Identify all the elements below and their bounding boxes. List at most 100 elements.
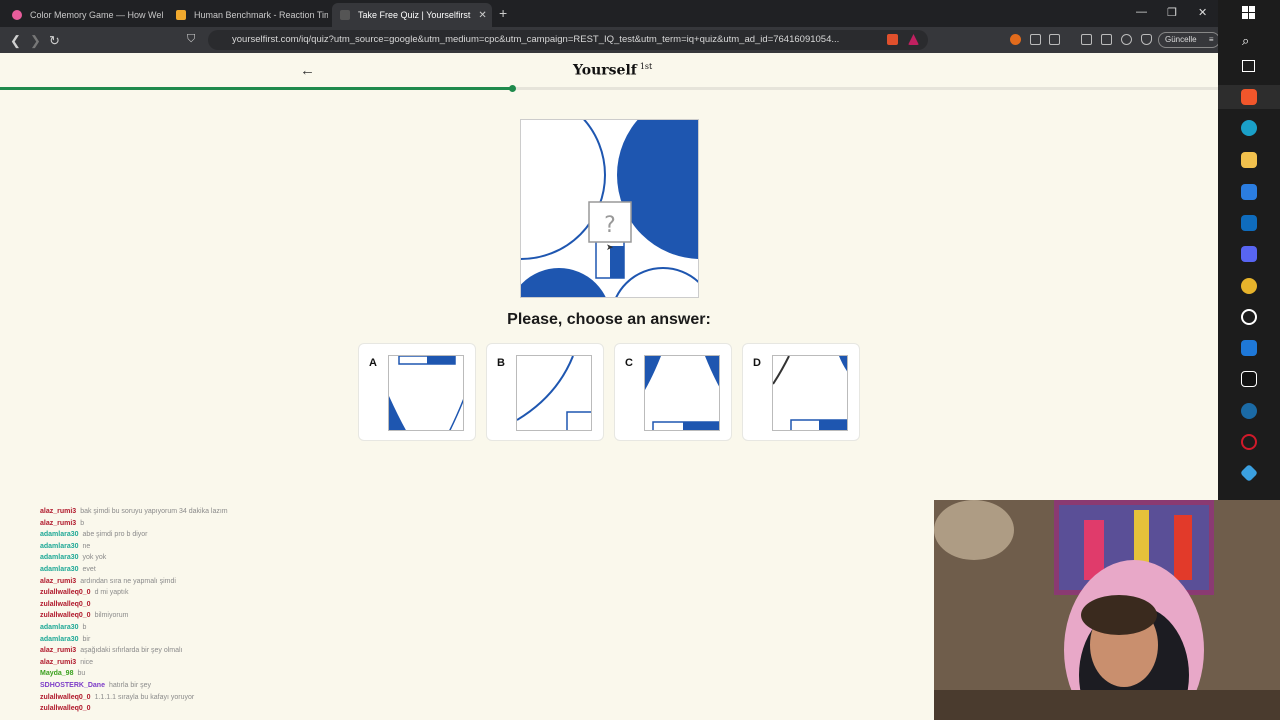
chat-username[interactable]: Mayda_98 bbox=[40, 670, 73, 677]
brave-shield-icon[interactable] bbox=[887, 34, 898, 45]
discord-icon[interactable] bbox=[1241, 246, 1257, 262]
chat-text: d mi yaptık bbox=[94, 589, 129, 597]
chat-text: bir bbox=[82, 635, 91, 643]
chat-username[interactable]: alaz_rumi3 bbox=[40, 520, 76, 527]
g-hub-icon[interactable] bbox=[1241, 309, 1257, 325]
puzzle-svg: ? bbox=[521, 120, 698, 297]
chat-message: alaz_rumi3 b bbox=[40, 520, 84, 527]
option-d[interactable]: D bbox=[742, 343, 860, 441]
chat-text: bak şimdi bu soruyu yapıyorum 34 dakika … bbox=[80, 508, 228, 515]
chat-username[interactable]: alaz_rumi3 bbox=[40, 578, 76, 585]
chat-username[interactable]: alaz_rumi3 bbox=[40, 659, 76, 666]
sidebar-icon[interactable] bbox=[1081, 34, 1092, 45]
option-c-figure bbox=[644, 355, 720, 431]
chat-username[interactable]: adamlara30 bbox=[40, 636, 79, 643]
chat-text: ardından sıra ne yapmalı şimdi bbox=[80, 577, 176, 585]
file-explorer-icon[interactable] bbox=[1241, 152, 1257, 168]
site-logo[interactable]: Yourself 1st bbox=[573, 62, 652, 79]
stream-chat: alaz_rumi3 bak şimdi bu soruyu yapıyorum … bbox=[0, 500, 934, 720]
tab-title: Human Benchmark - Reaction Time bbox=[194, 10, 328, 20]
chat-message: SDHOSTERK_Dane hatırla bir şey bbox=[40, 682, 151, 689]
puzzle-figure: ? bbox=[520, 119, 699, 298]
chat-text: aşağıdaki sıfırlarda bir şey olmalı bbox=[80, 647, 183, 655]
option-b[interactable]: B bbox=[486, 343, 604, 441]
chat-username[interactable]: SDHOSTERK_Dane bbox=[40, 682, 105, 689]
chat-text: abe şimdi pro b diyor bbox=[82, 531, 148, 539]
bookmark-icon[interactable]: ⛉ bbox=[187, 33, 195, 46]
reload-icon[interactable]: ↻ bbox=[49, 33, 60, 49]
chat-message: adamlara30 evet bbox=[40, 566, 96, 573]
outlook-icon[interactable] bbox=[1241, 215, 1257, 231]
task-view-icon[interactable] bbox=[1242, 60, 1255, 72]
close-window-button[interactable]: ✕ bbox=[1198, 6, 1207, 19]
back-arrow-icon[interactable]: ← bbox=[300, 62, 315, 79]
tab-title: Color Memory Game — How Well Ca bbox=[30, 10, 164, 20]
progress-marker bbox=[508, 85, 516, 92]
vpn-icon[interactable] bbox=[1141, 34, 1152, 45]
question-mark: ? bbox=[604, 213, 616, 238]
screenshot-icon[interactable] bbox=[1049, 34, 1060, 45]
update-button[interactable]: Güncelle ≡ bbox=[1158, 32, 1220, 48]
puzzle-icon[interactable] bbox=[1030, 34, 1041, 45]
edge-icon[interactable] bbox=[1241, 120, 1257, 136]
option-a-figure bbox=[388, 355, 464, 431]
option-c[interactable]: C bbox=[614, 343, 732, 441]
chat-username[interactable]: alaz_rumi3 bbox=[40, 508, 76, 515]
chat-username[interactable]: adamlara30 bbox=[40, 543, 79, 550]
ms-store-icon[interactable] bbox=[1241, 184, 1257, 200]
chat-message: adamlara30 ne bbox=[40, 543, 90, 550]
brave-browser-icon[interactable] bbox=[1241, 89, 1257, 105]
browser-tab-bar: Color Memory Game — How Well Ca Human Be… bbox=[0, 0, 1280, 27]
steam-icon[interactable] bbox=[1241, 403, 1257, 419]
tab-yourselfirst[interactable]: Take Free Quiz | Yourselfirst ✕ bbox=[332, 3, 492, 27]
menu-icon: ≡ bbox=[1208, 35, 1214, 44]
chat-username[interactable]: zulallwalleq0_0 bbox=[40, 601, 91, 608]
photos-icon[interactable] bbox=[1241, 340, 1257, 356]
tab-favicon-icon bbox=[340, 10, 350, 20]
ai-icon[interactable] bbox=[1121, 34, 1132, 45]
chat-message: alaz_rumi3 ardından sıra ne yapmalı şimdi bbox=[40, 578, 176, 585]
option-letter: B bbox=[497, 357, 505, 369]
windows-start-icon[interactable] bbox=[1242, 6, 1255, 19]
chat-username[interactable]: adamlara30 bbox=[40, 554, 79, 561]
wallet-icon[interactable] bbox=[1101, 34, 1112, 45]
forward-icon[interactable]: ❯ bbox=[30, 33, 41, 49]
back-icon[interactable]: ❮ bbox=[10, 33, 21, 49]
chat-username[interactable]: alaz_rumi3 bbox=[40, 647, 76, 654]
webcam-feed bbox=[934, 500, 1280, 720]
chat-text: nice bbox=[80, 658, 94, 666]
extension-icon[interactable] bbox=[1010, 34, 1021, 45]
quiz-page: ← Yourself 1st ? ➤ Please, choose an answ… bbox=[0, 53, 1218, 500]
restore-button[interactable]: ❐ bbox=[1167, 6, 1177, 19]
chat-message: adamlara30 bir bbox=[40, 636, 90, 643]
chat-username[interactable]: zulallwalleq0_0 bbox=[40, 694, 91, 701]
chat-message: zulallwalleq0_0 bilmiyorum bbox=[40, 612, 128, 619]
chat-username[interactable]: zulallwalleq0_0 bbox=[40, 705, 91, 712]
chat-username[interactable]: adamlara30 bbox=[40, 566, 79, 573]
tab-color-memory[interactable]: Color Memory Game — How Well Ca bbox=[4, 3, 164, 27]
tab-title: Take Free Quiz | Yourselfirst bbox=[358, 10, 471, 20]
capcut-icon[interactable] bbox=[1241, 371, 1257, 387]
search-icon[interactable]: ⌕ bbox=[1242, 33, 1249, 49]
new-tab-button[interactable]: + bbox=[499, 5, 507, 21]
chrome-icon[interactable] bbox=[1241, 278, 1257, 294]
chat-message: alaz_rumi3 aşağıdaki sıfırlarda bir şey o… bbox=[40, 647, 183, 654]
chat-username[interactable]: adamlara30 bbox=[40, 624, 79, 631]
close-tab-icon[interactable]: ✕ bbox=[470, 10, 486, 21]
answer-prompt: Please, choose an answer: bbox=[507, 311, 711, 328]
option-letter: D bbox=[753, 357, 761, 369]
chat-message: adamlara30 b bbox=[40, 624, 86, 631]
chat-message: alaz_rumi3 bak şimdi bu soruyu yapıyorum … bbox=[40, 508, 228, 515]
chat-username[interactable]: zulallwalleq0_0 bbox=[40, 589, 91, 596]
opera-icon[interactable] bbox=[1241, 434, 1257, 450]
option-a[interactable]: A bbox=[358, 343, 476, 441]
option-b-figure bbox=[516, 355, 592, 431]
tab-favicon-icon bbox=[12, 10, 22, 20]
url-input[interactable]: yourselfirst.com/iq/quiz?utm_source=goog… bbox=[208, 30, 928, 50]
chat-username[interactable]: adamlara30 bbox=[40, 531, 79, 538]
minimize-button[interactable]: — bbox=[1136, 6, 1147, 18]
tab-human-benchmark[interactable]: Human Benchmark - Reaction Time bbox=[168, 3, 328, 27]
chat-text: evet bbox=[82, 566, 96, 573]
option-d-figure bbox=[772, 355, 848, 431]
chat-username[interactable]: zulallwalleq0_0 bbox=[40, 612, 91, 619]
